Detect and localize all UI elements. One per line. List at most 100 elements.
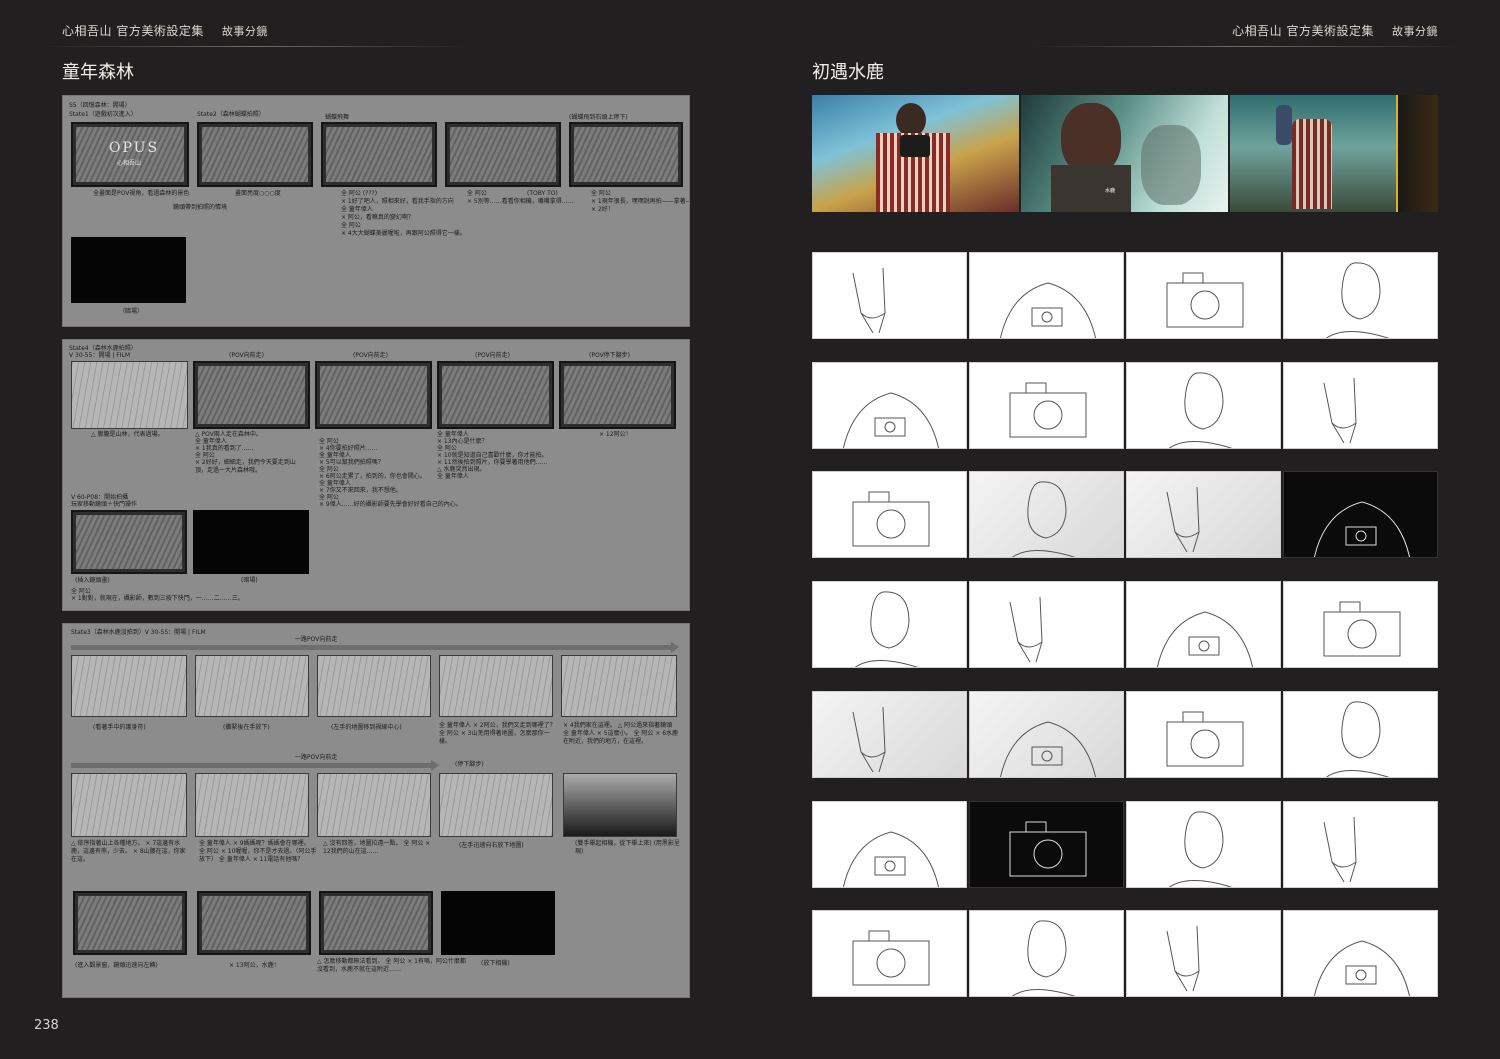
storyboard-frame bbox=[197, 122, 313, 187]
caption: (左手迅速向右放下地圖) bbox=[459, 842, 524, 849]
character-body bbox=[1051, 165, 1131, 212]
caption: (進入觀景窗，鏡頭迅速向左轉) bbox=[75, 962, 158, 969]
caption: (暗場) bbox=[241, 577, 258, 584]
caption: (插入鏡頭畫) bbox=[75, 577, 110, 584]
storyboard-frame bbox=[71, 510, 187, 574]
note: 全 阿公 bbox=[467, 190, 487, 197]
storyboard-frame bbox=[195, 773, 309, 837]
storyboard-panel bbox=[812, 691, 967, 778]
caption: 全 童年偉人 × 2阿公，我們又走到哪裡了？ 全 阿公 × 3山羌用得著地圖，怎… bbox=[439, 722, 556, 745]
storyboard-frame bbox=[563, 773, 677, 837]
caption: 全 童年偉人 × 9媽媽呢？媽媽會在哪裡。 全 阿公 × 10喔喔，你不是才去過… bbox=[199, 840, 317, 863]
page-number: 238 bbox=[34, 1018, 59, 1033]
black-frame bbox=[441, 891, 555, 955]
deer-silhouette bbox=[1141, 125, 1201, 205]
state-label: State3（森林水鹿沒拍到）V 30-55：開場 | FILM bbox=[71, 629, 206, 636]
pov-label: (POV向前走) bbox=[229, 352, 265, 359]
still-subtitle: 水鹿 bbox=[1105, 188, 1116, 194]
note: × 1好了吧人，照相來好，看我手指的方向 bbox=[341, 198, 454, 205]
storyboard-panel bbox=[812, 581, 967, 668]
storyboard-panel bbox=[1283, 581, 1438, 668]
storyboard-frame bbox=[439, 655, 553, 717]
pov-label: (POV向前走) bbox=[353, 352, 389, 359]
note: 全畫面是POV視角，看過森林的景色 bbox=[93, 190, 190, 197]
storyboard-panel bbox=[1283, 362, 1438, 449]
right-running-header: 心相吾山 官方美術設定集 故事分鏡 bbox=[1232, 22, 1438, 39]
storyboard-frame bbox=[561, 655, 677, 717]
storyboard-panel bbox=[1126, 910, 1281, 997]
right-page-title: 初遇水鹿 bbox=[812, 62, 884, 83]
note: × 4大大蝴蝶美麗喔啦，再跟阿公照得它一樣。 bbox=[341, 230, 466, 237]
storyboard-frame bbox=[71, 655, 187, 717]
caption: × 12阿公！ bbox=[599, 431, 632, 438]
storyboard-panel bbox=[1283, 252, 1438, 339]
black-frame bbox=[193, 510, 309, 574]
note: 蝴蝶飛舞 bbox=[325, 114, 350, 121]
left-page-title: 童年森林 bbox=[62, 62, 134, 83]
storyboard-frame bbox=[195, 655, 309, 717]
caption: (看著手中的護身符) bbox=[93, 724, 146, 731]
left-running-header: 心相吾山 官方美術設定集 故事分鏡 bbox=[62, 22, 268, 39]
storyboard-frame bbox=[439, 773, 553, 837]
state-label: State1（遊戲初次進入） bbox=[69, 111, 137, 118]
storyboard-panel bbox=[969, 581, 1124, 668]
note: 全 阿公 bbox=[341, 222, 361, 229]
note: 鏡頭帶到拍照的情境 bbox=[173, 204, 228, 211]
grandfather-figure bbox=[1292, 119, 1332, 209]
timeline-arrow bbox=[71, 760, 439, 771]
note: 全 童年偉人 bbox=[341, 206, 373, 213]
note: × 1現年很長，嘿嘿說再拍——拿著—— bbox=[591, 198, 690, 205]
storyboard-panel bbox=[969, 471, 1124, 558]
walk-label: 一路POV向前走 bbox=[295, 636, 338, 643]
game-still-2: 水鹿 bbox=[1021, 95, 1228, 212]
caption: (攤緊後在手放下) bbox=[223, 724, 270, 731]
storyboard-sheet-1: S5（回憶森林：開場） State1（遊戲初次進入） State2（森林蝴蝶拍照… bbox=[62, 95, 690, 327]
book-title: 心相吾山 官方美術設定集 bbox=[1232, 24, 1374, 38]
black-frame bbox=[71, 237, 186, 303]
timeline-arrow bbox=[71, 642, 679, 653]
note: (TOBY TO) bbox=[527, 190, 558, 197]
storyboard-sheet-3: State3（森林水鹿沒拍到）V 30-55：開場 | FILM 一路POV向前… bbox=[62, 623, 690, 998]
caption: (雙手舉起相機，從下舉上來) (用黑影呈現) bbox=[575, 840, 680, 855]
storyboard-panel bbox=[1283, 801, 1438, 888]
section-name: 故事分鏡 bbox=[1392, 25, 1438, 38]
storyboard-frame bbox=[197, 891, 311, 955]
game-logo-sub: 心相吾山 bbox=[117, 160, 142, 167]
header-rule-left bbox=[40, 46, 470, 47]
shot-label: 玩家移動鏡頭＋快門操作 bbox=[71, 501, 138, 508]
state-label: State2（森林蝴蝶拍照） bbox=[197, 111, 265, 118]
caption: △ 朦朧是山林，代表過場。 bbox=[91, 431, 164, 438]
game-logo: OPUS bbox=[109, 140, 160, 156]
caption: (左手的地圖移到視線中心) bbox=[331, 724, 402, 731]
storyboard-frame bbox=[569, 122, 683, 187]
storyboard-frame bbox=[315, 361, 432, 429]
storyboard-panel bbox=[1126, 691, 1281, 778]
note: 畫面亮度○○○度 bbox=[235, 190, 281, 197]
game-still-3 bbox=[1230, 95, 1438, 212]
storyboard-panel bbox=[1283, 471, 1438, 558]
storyboard-panel bbox=[969, 801, 1124, 888]
storyboard-frame bbox=[319, 891, 433, 955]
character-head bbox=[896, 103, 926, 137]
storyboard-panel bbox=[1283, 910, 1438, 997]
storyboard-panel bbox=[812, 471, 967, 558]
storyboard-panel bbox=[1126, 362, 1281, 449]
pov-label: (POV停下腳步) bbox=[589, 352, 631, 359]
storyboard-frame bbox=[437, 361, 554, 429]
book-title: 心相吾山 官方美術設定集 bbox=[62, 24, 204, 38]
storyboard-panel bbox=[812, 801, 967, 888]
game-still-1 bbox=[812, 95, 1019, 212]
storyboard-frame bbox=[321, 122, 437, 187]
pov-label: (POV向前走) bbox=[475, 352, 511, 359]
storyboard-frame bbox=[71, 361, 188, 429]
child-figure bbox=[1276, 105, 1292, 145]
storyboard-frame bbox=[193, 361, 310, 429]
caption: × 13內心是什麼？ bbox=[437, 438, 488, 445]
caption: × 4我們家在這裡。 △ 阿公過來指著鏡頭 全 童年偉人 × 5這麼小。 全 阿… bbox=[563, 722, 679, 745]
storyboard-panel bbox=[1126, 471, 1281, 558]
note: × 阿公，看嘛真的變幻啊？ bbox=[341, 214, 414, 221]
note: × 5別等……看看你相機，嘴嘴拿得…… bbox=[467, 198, 574, 205]
storyboard-panel bbox=[1126, 252, 1281, 339]
storyboard-frame bbox=[71, 773, 187, 837]
header-rule-right bbox=[1030, 46, 1460, 47]
